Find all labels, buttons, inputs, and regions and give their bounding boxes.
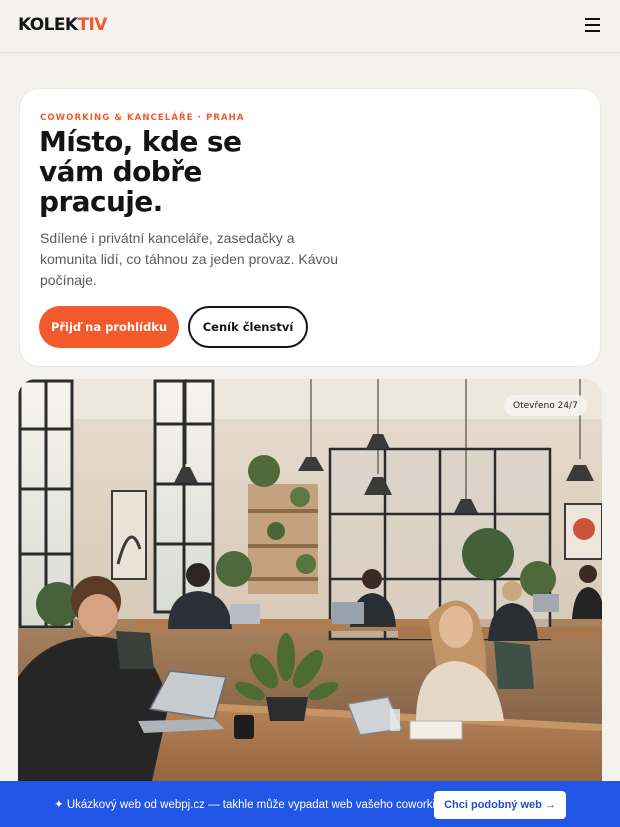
promo-text: ✦ Ukázkový web od webpj.cz — takhle může… <box>54 799 458 811</box>
hero-eyebrow: COWORKING & KANCELÁŘE · PRAHA <box>40 113 245 123</box>
coworking-photo <box>18 379 602 799</box>
logo-main: KOLEK <box>18 15 78 35</box>
promo-bar: ✦ Ukázkový web od webpj.cz — takhle může… <box>0 781 620 827</box>
promo-cta-button[interactable]: Chci podobný web → <box>434 791 566 819</box>
logo[interactable]: KOLEKTIV <box>18 15 107 35</box>
book-tour-button[interactable]: Přijď na prohlídku <box>39 306 179 348</box>
hero-lede: Sdílené i privátní kanceláře, zasedačky … <box>40 230 339 288</box>
site-header: KOLEKTIV <box>0 0 620 53</box>
open-hours-badge: Otevřeno 24/7 <box>504 395 587 416</box>
hero-card: COWORKING & KANCELÁŘE · PRAHA Místo, kde… <box>19 88 601 367</box>
pricing-button[interactable]: Ceník členství <box>188 306 308 348</box>
hamburger-menu-icon[interactable] <box>584 17 602 33</box>
logo-accent: TIV <box>77 15 107 35</box>
hero-headline: Místo, kde se vám dobře pracuje. <box>39 125 242 218</box>
